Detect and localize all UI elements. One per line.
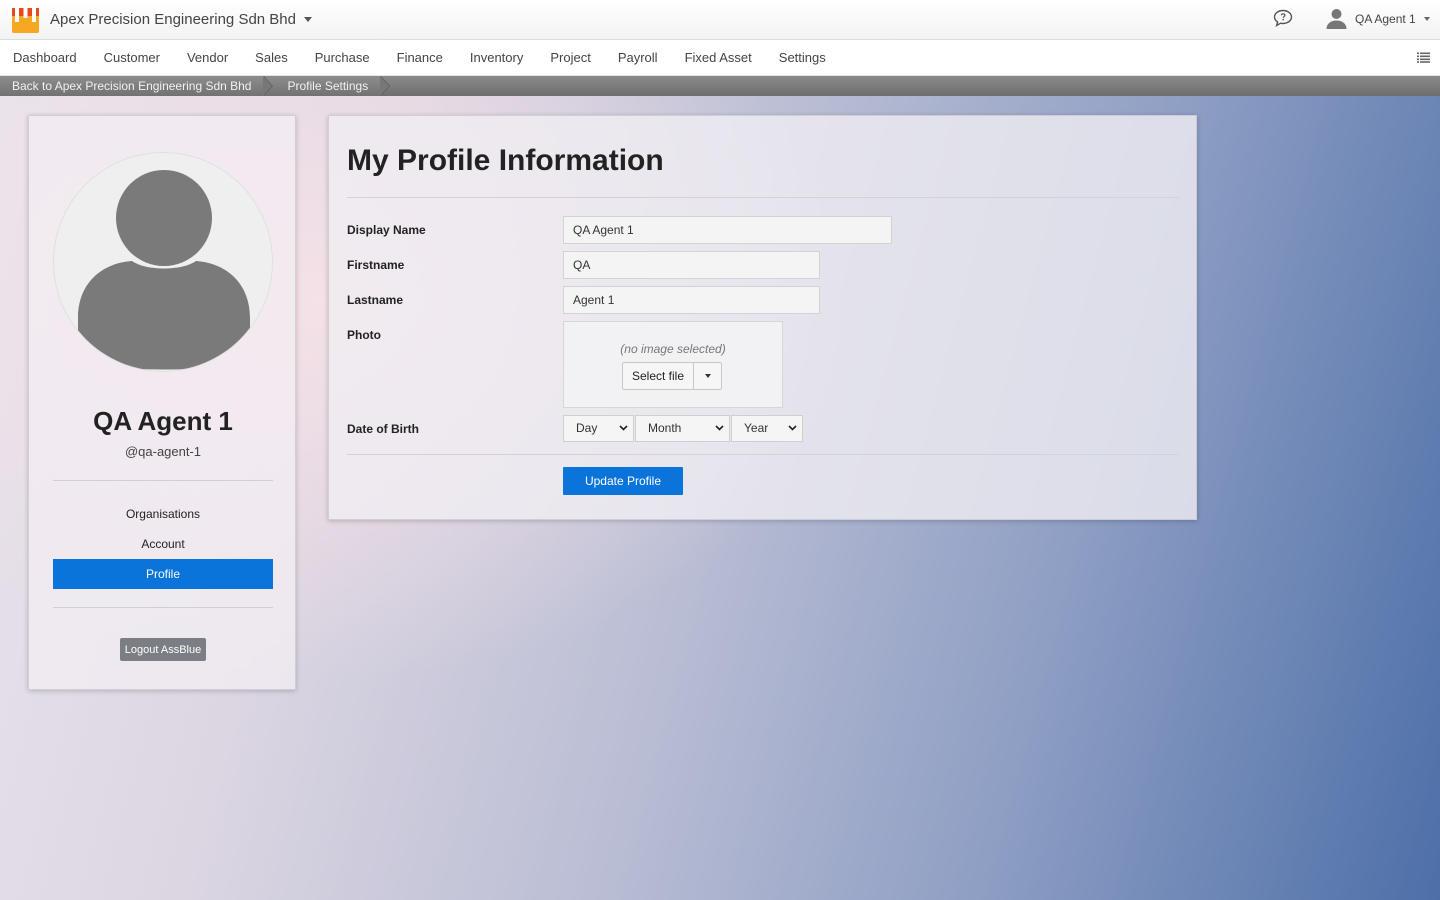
nav-item-project[interactable]: Project — [550, 50, 590, 65]
divider — [347, 454, 1179, 455]
chevron-down-icon — [619, 425, 628, 431]
top-bar: Apex Precision Engineering Sdn Bhd QA Ag… — [0, 0, 1440, 40]
chevron-down-icon — [715, 425, 724, 431]
chevron-down-icon — [1423, 17, 1430, 21]
firstname-input[interactable] — [563, 251, 820, 279]
nav-item-inventory[interactable]: Inventory — [470, 50, 523, 65]
photo-upload: (no image selected) Select file — [563, 321, 783, 408]
profile-display-name: QA Agent 1 — [93, 406, 233, 436]
dob-month-select[interactable]: Month — [635, 415, 730, 442]
dob-day-select[interactable]: Day — [563, 415, 634, 442]
nav-item-payroll[interactable]: Payroll — [618, 50, 658, 65]
page-title: My Profile Information — [347, 144, 664, 177]
sidebar-item-organisations[interactable]: Organisations — [53, 499, 273, 529]
breadcrumb: Back to Apex Precision Engineering Sdn B… — [0, 76, 1440, 96]
dob-label: Date of Birth — [347, 422, 419, 436]
nav-item-sales[interactable]: Sales — [255, 50, 288, 65]
photo-empty-text: (no image selected) — [620, 342, 726, 356]
sidebar-item-profile[interactable]: Profile — [53, 559, 273, 589]
profile-handle: @qa-agent-1 — [124, 444, 202, 459]
user-silhouette-icon — [78, 170, 250, 370]
profile-form-panel: My Profile Information Display Name Firs… — [328, 115, 1197, 520]
dob-year-select[interactable]: Year — [731, 415, 803, 442]
divider — [347, 197, 1179, 198]
photo-label: Photo — [347, 328, 381, 342]
nav-items: Dashboard Customer Vendor Sales Purchase… — [13, 50, 826, 65]
nav-item-vendor[interactable]: Vendor — [187, 50, 228, 65]
user-icon — [1326, 9, 1347, 29]
chevron-down-icon — [704, 374, 711, 378]
sidebar-item-account[interactable]: Account — [53, 529, 273, 559]
main-nav: Dashboard Customer Vendor Sales Purchase… — [0, 40, 1440, 76]
file-options-toggle[interactable] — [693, 363, 721, 389]
avatar — [53, 152, 273, 372]
update-profile-button[interactable]: Update Profile — [563, 467, 683, 495]
file-select-group: Select file — [622, 362, 723, 390]
select-file-button[interactable]: Select file — [623, 363, 693, 389]
breadcrumb-current[interactable]: Profile Settings — [263, 76, 390, 96]
display-name-input[interactable] — [563, 216, 892, 244]
dob-year-value: Year — [744, 421, 769, 435]
user-name: QA Agent 1 — [1355, 12, 1416, 26]
nav-item-customer[interactable]: Customer — [104, 50, 160, 65]
company-name: Apex Precision Engineering Sdn Bhd — [50, 11, 296, 28]
nav-item-finance[interactable]: Finance — [397, 50, 443, 65]
nav-item-purchase[interactable]: Purchase — [315, 50, 370, 65]
breadcrumb-back-link[interactable]: Back to Apex Precision Engineering Sdn B… — [0, 76, 274, 96]
firstname-label: Firstname — [347, 258, 405, 272]
nav-item-fixed-asset[interactable]: Fixed Asset — [685, 50, 752, 65]
dob-day-value: Day — [576, 421, 598, 435]
chat-help-icon[interactable] — [1273, 9, 1293, 27]
company-switcher[interactable]: Apex Precision Engineering Sdn Bhd — [50, 11, 312, 28]
chevron-down-icon — [304, 17, 312, 22]
nav-item-dashboard[interactable]: Dashboard — [13, 50, 77, 65]
divider — [53, 607, 273, 608]
profile-sidebar: QA Agent 1 @qa-agent-1 Organisations Acc… — [28, 115, 296, 690]
divider — [53, 480, 273, 481]
display-name-label: Display Name — [347, 223, 426, 237]
lastname-label: Lastname — [347, 293, 404, 307]
nav-item-settings[interactable]: Settings — [779, 50, 826, 65]
logout-button[interactable]: Logout AssBlue — [120, 638, 206, 661]
user-menu[interactable]: QA Agent 1 — [1326, 6, 1430, 32]
company-logo-icon[interactable] — [12, 8, 39, 33]
dob-month-value: Month — [648, 421, 682, 435]
lastname-input[interactable] — [563, 286, 820, 314]
chevron-down-icon — [788, 425, 797, 431]
list-menu-icon[interactable] — [1417, 52, 1430, 63]
